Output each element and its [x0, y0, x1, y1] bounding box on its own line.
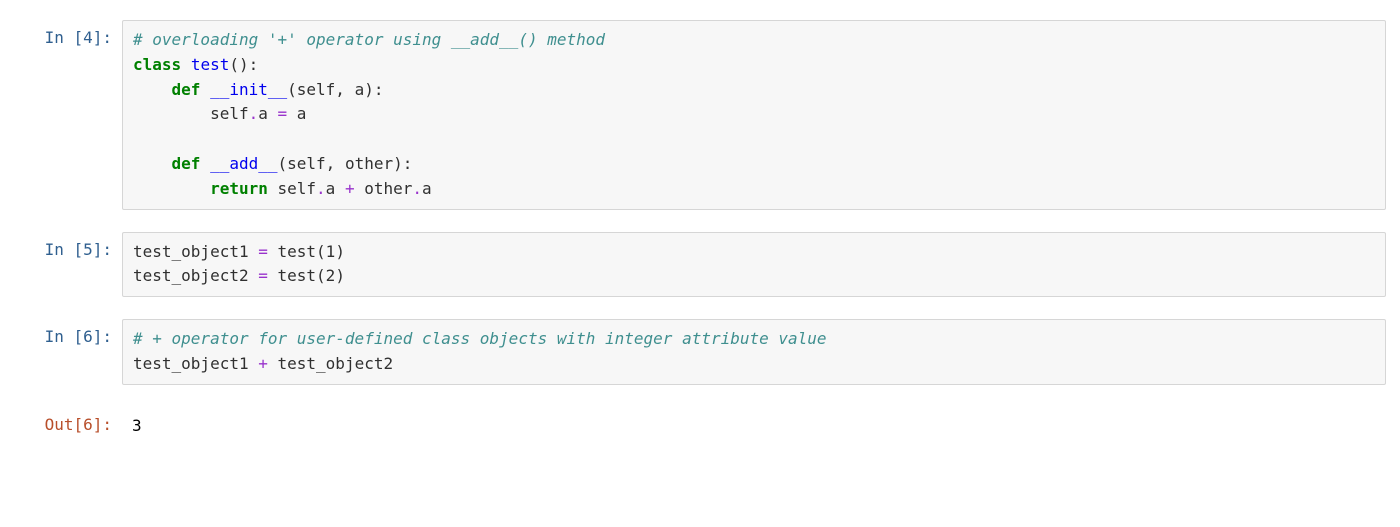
- code-token-pn: a: [287, 104, 306, 123]
- code-input[interactable]: # + operator for user-defined class obje…: [122, 319, 1386, 385]
- code-token-pn: [200, 80, 210, 99]
- code-token-pn: (self, a):: [287, 80, 383, 99]
- code-token-fn: test: [191, 55, 230, 74]
- code-token-op: =: [258, 266, 268, 285]
- code-token-pn: test_object1: [133, 242, 258, 261]
- code-token-kw: def: [172, 80, 201, 99]
- code-token-pn: test(: [268, 242, 326, 261]
- code-token-op: .: [249, 104, 259, 123]
- code-token-pn: [200, 154, 210, 173]
- code-output: 3: [122, 407, 1386, 446]
- code-token-pn: a: [258, 104, 277, 123]
- code-token-pn: test_object2: [268, 354, 393, 373]
- code-token-pn: [133, 80, 172, 99]
- code-token-op: =: [258, 242, 268, 261]
- prompt-in: In [6]:: [14, 319, 122, 385]
- code-input[interactable]: test_object1 = test(1) test_object2 = te…: [122, 232, 1386, 298]
- cell-out-6: Out[6]: 3: [14, 407, 1386, 446]
- code-token-op: .: [316, 179, 326, 198]
- code-token-pn: test_object1: [133, 354, 258, 373]
- code-token-cm: # overloading '+' operator using __add__…: [133, 30, 605, 49]
- code-token-op: +: [345, 179, 355, 198]
- cell-in-6: In [6]: # + operator for user-defined cl…: [14, 319, 1386, 385]
- code-token-kw: return: [210, 179, 268, 198]
- code-token-fn: __add__: [210, 154, 277, 173]
- code-token-kw: class: [133, 55, 181, 74]
- code-token-cm: # + operator for user-defined class obje…: [133, 329, 827, 348]
- code-token-pn: test_object2: [133, 266, 258, 285]
- code-token-pn: [133, 154, 172, 173]
- code-token-pn: a: [326, 179, 345, 198]
- code-token-op: .: [412, 179, 422, 198]
- code-token-pn: self: [268, 179, 316, 198]
- code-token-kw: def: [172, 154, 201, 173]
- code-token-pn: ): [335, 242, 345, 261]
- code-input[interactable]: # overloading '+' operator using __add__…: [122, 20, 1386, 210]
- code-token-pn: ():: [229, 55, 258, 74]
- code-token-pn: a: [422, 179, 432, 198]
- code-token-pn: [181, 55, 191, 74]
- prompt-in: In [4]:: [14, 20, 122, 210]
- code-token-pn: self: [133, 104, 249, 123]
- code-token-pn: 1: [326, 242, 336, 261]
- prompt-in: In [5]:: [14, 232, 122, 298]
- code-token-fn: __init__: [210, 80, 287, 99]
- cell-in-4: In [4]: # overloading '+' operator using…: [14, 20, 1386, 210]
- cell-in-5: In [5]: test_object1 = test(1) test_obje…: [14, 232, 1386, 298]
- code-token-pn: other: [355, 179, 413, 198]
- code-token-op: +: [258, 354, 268, 373]
- code-token-op: =: [278, 104, 288, 123]
- code-token-pn: ): [335, 266, 345, 285]
- code-token-pn: 2: [326, 266, 336, 285]
- code-token-pn: test(: [268, 266, 326, 285]
- prompt-out: Out[6]:: [14, 407, 122, 446]
- code-token-pn: (self, other):: [278, 154, 413, 173]
- code-token-pn: [133, 179, 210, 198]
